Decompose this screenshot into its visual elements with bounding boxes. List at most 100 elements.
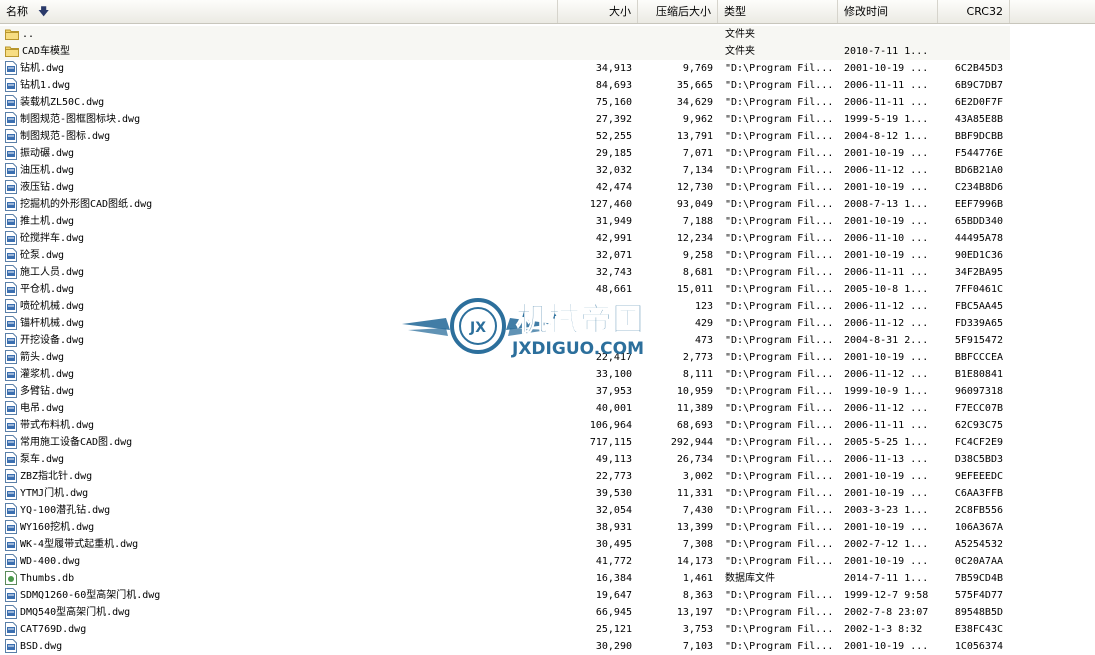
column-header-name[interactable]: 名称 🡇	[0, 0, 558, 23]
file-name: ZBZ指北针.dwg	[20, 471, 93, 482]
file-type-cell: "D:\Program Fil...	[725, 148, 834, 159]
file-name-cell: 砼搅拌车.dwg	[5, 230, 555, 247]
file-name-cell: BSD.dwg	[5, 638, 555, 655]
file-row[interactable]: ZBZ指北针.dwg 22,773 3,002 "D:\Program Fil... 2…	[0, 468, 1095, 485]
file-row[interactable]: YQ-100潜孔钻.dwg 32,054 7,430 "D:\Program Fil.…	[0, 502, 1095, 519]
file-row[interactable]: 平仓机.dwg 48,661 15,011 "D:\Program Fil... 200…	[0, 281, 1095, 298]
file-type-cell: "D:\Program Fil...	[725, 80, 834, 91]
file-row[interactable]: 电吊.dwg 40,001 11,389 "D:\Program Fil... 2006…	[0, 400, 1095, 417]
file-crc-cell: 43A85E8B	[954, 114, 1003, 125]
file-name: 锚杆机械.dwg	[20, 318, 85, 329]
file-row[interactable]: 多臂钻.dwg 37,953 10,959 "D:\Program Fil... 199…	[0, 383, 1095, 400]
file-row[interactable]: BSD.dwg 30,290 7,103 "D:\Program Fil... 2001…	[0, 638, 1095, 655]
file-type-cell: "D:\Program Fil...	[725, 131, 834, 142]
file-row[interactable]: Thumbs.db 16,384 1,461 数据库文件 2014-7-11 1... 7…	[0, 570, 1095, 587]
file-compressed-cell: 93,049	[676, 199, 713, 210]
file-row[interactable]: YTMJ门机.dwg 39,530 11,331 "D:\Program Fil...…	[0, 485, 1095, 502]
file-size-cell: 75,160	[595, 97, 632, 108]
file-modified-cell: 2003-3-23 1...	[844, 505, 929, 516]
file-modified-cell: 2006-11-12 ...	[844, 369, 929, 380]
file-row[interactable]: 灌浆机.dwg 33,100 8,111 "D:\Program Fil... 2006…	[0, 366, 1095, 383]
file-crc-cell: 7B59CD4B	[954, 573, 1003, 584]
file-modified-cell: 2006-11-10 ...	[844, 233, 929, 244]
file-name-cell: 多臂钻.dwg	[5, 383, 555, 400]
file-row[interactable]: 箭头.dwg 22,417 2,773 "D:\Program Fil... 2001-…	[0, 349, 1095, 366]
file-compressed-cell: 12,234	[676, 233, 713, 244]
file-row[interactable]: 喷砼机械.dwg 123 "D:\Program Fil... 2006-11-12 …	[0, 298, 1095, 315]
column-header-compressed-size[interactable]: 压缩后大小	[638, 0, 718, 23]
file-size-cell: 29,185	[595, 148, 632, 159]
file-compressed-cell: 3,753	[682, 624, 713, 635]
file-crc-cell: 89548B5D	[954, 607, 1003, 618]
column-header-size[interactable]: 大小	[558, 0, 638, 23]
dwg-file-icon	[5, 502, 17, 517]
column-header-crc32[interactable]: CRC32	[938, 0, 1010, 23]
file-row[interactable]: 油压机.dwg 32,032 7,134 "D:\Program Fil... 2006…	[0, 162, 1095, 179]
column-header-type[interactable]: 类型	[718, 0, 838, 23]
file-row[interactable]: DMQ540型高架门机.dwg 66,945 13,197 "D:\Program F…	[0, 604, 1095, 621]
file-row[interactable]: SDMQ1260-60型高架门机.dwg 19,647 8,363 "D:\Progr…	[0, 587, 1095, 604]
file-size-cell: 38,931	[595, 522, 632, 533]
file-crc-cell: 575F4D77	[954, 590, 1003, 601]
file-type-cell: "D:\Program Fil...	[725, 624, 834, 635]
file-name: WK-4型履带式起重机.dwg	[20, 539, 139, 550]
file-size-cell: 22,773	[595, 471, 632, 482]
file-row[interactable]: 开挖设备.dwg 473 "D:\Program Fil... 2004-8-31 2…	[0, 332, 1095, 349]
file-modified-cell: 2010-7-11 1...	[844, 46, 929, 57]
file-name-cell: 电吊.dwg	[5, 400, 555, 417]
file-compressed-cell: 13,197	[676, 607, 713, 618]
file-row[interactable]: 带式布料机.dwg 106,964 68,693 "D:\Program Fil...…	[0, 417, 1095, 434]
file-name: DMQ540型高架门机.dwg	[20, 607, 131, 618]
file-compressed-cell: 26,734	[676, 454, 713, 465]
file-type-cell: "D:\Program Fil...	[725, 250, 834, 261]
file-row[interactable]: .. 文件夹	[0, 26, 1095, 43]
file-row[interactable]: 施工人员.dwg 32,743 8,681 "D:\Program Fil... 200…	[0, 264, 1095, 281]
file-row[interactable]: 装载机ZL50C.dwg 75,160 34,629 "D:\Program Fil.…	[0, 94, 1095, 111]
file-name-cell: 泵车.dwg	[5, 451, 555, 468]
file-row[interactable]: 锚杆机械.dwg 429 "D:\Program Fil... 2006-11-12 …	[0, 315, 1095, 332]
file-name-cell: 砼泵.dwg	[5, 247, 555, 264]
file-row[interactable]: WD-400.dwg 41,772 14,173 "D:\Program Fil...…	[0, 553, 1095, 570]
file-row[interactable]: 制图规范-图标.dwg 52,255 13,791 "D:\Program Fil..…	[0, 128, 1095, 145]
file-row[interactable]: 常用施工设备CAD图.dwg 717,115 292,944 "D:\Program …	[0, 434, 1095, 451]
file-crc-cell: 0C20A7AA	[954, 556, 1003, 567]
file-size-cell: 52,255	[595, 131, 632, 142]
file-crc-cell: E38FC43C	[954, 624, 1003, 635]
file-row[interactable]: 挖掘机的外形图CAD图纸.dwg 127,460 93,049 "D:\Program…	[0, 196, 1095, 213]
dwg-file-icon	[5, 162, 17, 177]
file-row[interactable]: 泵车.dwg 49,113 26,734 "D:\Program Fil... 2006…	[0, 451, 1095, 468]
file-row[interactable]: 振动碾.dwg 29,185 7,071 "D:\Program Fil... 2001…	[0, 145, 1095, 162]
file-name-cell: YQ-100潜孔钻.dwg	[5, 502, 555, 519]
file-name-cell: DMQ540型高架门机.dwg	[5, 604, 555, 621]
file-row[interactable]: WY160挖机.dwg 38,931 13,399 "D:\Program Fil..…	[0, 519, 1095, 536]
file-row[interactable]: 制图规范-图框图标块.dwg 27,392 9,962 "D:\Program Fil…	[0, 111, 1095, 128]
file-row[interactable]: 钻机.dwg 34,913 9,769 "D:\Program Fil... 2001-…	[0, 60, 1095, 77]
file-modified-cell: 2002-7-12 1...	[844, 539, 929, 550]
file-row[interactable]: 液压钻.dwg 42,474 12,730 "D:\Program Fil... 200…	[0, 179, 1095, 196]
file-row[interactable]: WK-4型履带式起重机.dwg 30,495 7,308 "D:\Program Fi…	[0, 536, 1095, 553]
file-row[interactable]: 砼泵.dwg 32,071 9,258 "D:\Program Fil... 2001-…	[0, 247, 1095, 264]
file-type-cell: "D:\Program Fil...	[725, 641, 834, 652]
dwg-file-icon	[5, 434, 17, 449]
dwg-file-icon	[5, 281, 17, 296]
file-row[interactable]: 钻机1.dwg 84,693 35,665 "D:\Program Fil... 200…	[0, 77, 1095, 94]
file-crc-cell: C6AA3FFB	[954, 488, 1003, 499]
file-modified-cell: 2008-7-13 1...	[844, 199, 929, 210]
file-size-cell: 32,743	[595, 267, 632, 278]
file-size-cell: 84,693	[595, 80, 632, 91]
file-compressed-cell: 473	[694, 335, 713, 346]
file-name: 钻机.dwg	[20, 63, 65, 74]
column-header-modified[interactable]: 修改时间	[838, 0, 938, 23]
file-name-cell: CAD车模型	[5, 43, 555, 60]
file-size-cell: 42,991	[595, 233, 632, 244]
file-size-cell: 25,121	[595, 624, 632, 635]
file-row[interactable]: 砼搅拌车.dwg 42,991 12,234 "D:\Program Fil... 20…	[0, 230, 1095, 247]
file-name: WD-400.dwg	[20, 556, 81, 567]
file-crc-cell: EEF7996B	[954, 199, 1003, 210]
file-row[interactable]: CAT769D.dwg 25,121 3,753 "D:\Program Fil...…	[0, 621, 1095, 638]
dwg-file-icon	[5, 298, 17, 313]
file-row[interactable]: 推土机.dwg 31,949 7,188 "D:\Program Fil... 2001…	[0, 213, 1095, 230]
file-crc-cell: 62C93C75	[954, 420, 1003, 431]
file-type-cell: "D:\Program Fil...	[725, 420, 834, 431]
file-row[interactable]: CAD车模型 文件夹 2010-7-11 1...	[0, 43, 1095, 60]
